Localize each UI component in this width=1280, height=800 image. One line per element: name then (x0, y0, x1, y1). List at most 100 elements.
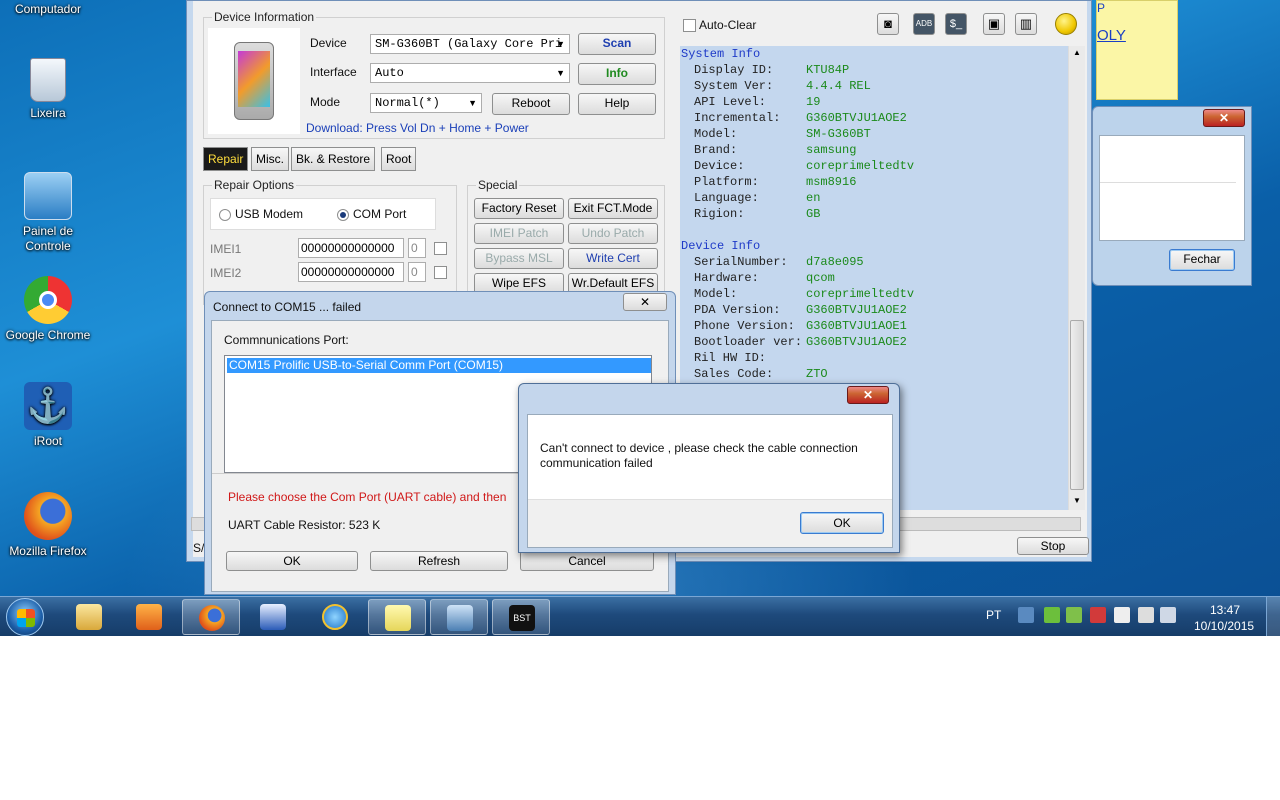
fechar-button[interactable]: Fechar (1169, 249, 1235, 271)
close-button[interactable]: ✕ (847, 386, 889, 404)
taskbar-bst[interactable]: BST (492, 599, 550, 635)
imei1-checkbox[interactable] (434, 242, 447, 255)
flag-tray-icon[interactable] (1044, 607, 1060, 623)
info-value: G360BTVJU1AOE1 (806, 319, 907, 333)
sticky-text: P (1097, 1, 1106, 15)
repair-options-title: Repair Options (212, 178, 297, 192)
info-value: coreprimeltedtv (806, 287, 915, 301)
terminal-icon[interactable]: $_ (945, 13, 967, 35)
scroll-up-icon[interactable]: ▲ (1073, 48, 1081, 57)
com-port-radio[interactable] (337, 209, 349, 221)
close-button[interactable]: ✕ (1203, 109, 1245, 127)
taskbar-sticky-notes[interactable] (368, 599, 426, 635)
adb-icon[interactable]: ADB (913, 13, 935, 35)
system-info-list: Display ID: KTU84P System Ver: 4.4.4 REL API… (680, 62, 1068, 222)
com-port-label: COM Port (353, 207, 407, 221)
taskbar-media-player[interactable] (120, 599, 178, 635)
desktop-icon-computer[interactable]: Computador (0, 2, 96, 17)
device-label: Device (310, 36, 347, 50)
taskbar-word[interactable] (244, 599, 302, 635)
language-indicator[interactable]: PT (986, 608, 1001, 622)
taskbar-explorer[interactable] (60, 599, 118, 635)
auto-clear-checkbox[interactable] (683, 19, 696, 32)
tab-backup-restore[interactable]: Bk. & Restore (291, 147, 376, 171)
display-tray-icon[interactable] (1138, 607, 1154, 623)
desktop-icon-recycle-bin[interactable]: Lixeira (0, 58, 96, 121)
desktop-icon-iroot[interactable]: ⚓ iRoot (0, 382, 96, 449)
start-button[interactable] (6, 598, 44, 636)
info-scrollbar[interactable]: ▲ ▼ (1068, 46, 1085, 510)
sticky-note[interactable]: OLY P (1096, 0, 1178, 100)
firefox-icon (24, 492, 72, 540)
tab-root[interactable]: Root (381, 147, 417, 171)
port-list-item[interactable]: COM15 Prolific USB-to-Serial Comm Port (… (227, 358, 651, 373)
desktop-icon-label: Mozilla Firefox (9, 544, 87, 558)
usb-tray-icon[interactable] (1114, 607, 1130, 623)
refresh-button[interactable]: Refresh (370, 551, 508, 571)
info-row: System Ver: 4.4.4 REL (680, 78, 1068, 94)
chrome-icon (24, 276, 72, 324)
info-key: Bootloader ver: (694, 335, 803, 349)
clock-time[interactable]: 13:47 (1210, 603, 1240, 617)
bypass-msl-button[interactable]: Bypass MSL (474, 248, 564, 269)
info-row: Hardware: qcom (680, 270, 1068, 286)
clock-date[interactable]: 10/10/2015 (1194, 619, 1254, 633)
imei-patch-button[interactable]: IMEI Patch (474, 223, 564, 244)
device-combo[interactable]: SM-G360BT (Galaxy Core Pri ▼ (370, 34, 570, 54)
ok-button[interactable]: OK (226, 551, 358, 571)
imei2-digit[interactable]: 0 (408, 262, 426, 282)
update-tray-icon[interactable] (1066, 607, 1082, 623)
volume-icon[interactable] (1160, 607, 1176, 623)
factory-reset-button[interactable]: Factory Reset (474, 198, 564, 219)
special-title: Special (476, 178, 520, 192)
mode-combo[interactable]: Normal(*) ▼ (370, 93, 482, 113)
info-button[interactable]: Info (578, 63, 656, 85)
reboot-button[interactable]: Reboot (492, 93, 570, 115)
scroll-down-icon[interactable]: ▼ (1073, 496, 1081, 505)
info-value: SM-G360BT (806, 127, 871, 141)
imei2-input[interactable]: 00000000000000 (298, 262, 404, 282)
network-tray-icon[interactable] (1018, 607, 1034, 623)
imei2-checkbox[interactable] (434, 266, 447, 279)
info-value: msm8916 (806, 175, 857, 189)
undo-patch-button[interactable]: Undo Patch (568, 223, 658, 244)
info-row: API Level: 19 (680, 94, 1068, 110)
chevron-down-icon: ▼ (468, 98, 477, 108)
camera-icon[interactable]: ◙ (877, 13, 899, 35)
desktop-icon-firefox[interactable]: Mozilla Firefox (0, 492, 96, 559)
usb-modem-radio[interactable] (219, 209, 231, 221)
info-value: 19 (806, 95, 821, 109)
imei1-digit[interactable]: 0 (408, 238, 426, 258)
write-cert-button[interactable]: Write Cert (568, 248, 658, 269)
info-row: Incremental: G360BTVJU1AOE2 (680, 110, 1068, 126)
info-row: SerialNumber: d7a8e095 (680, 254, 1068, 270)
info-value: G360BTVJU1AOE2 (806, 303, 907, 317)
taskbar-network-app[interactable] (430, 599, 488, 635)
info-row: Brand: samsung (680, 142, 1068, 158)
interface-combo[interactable]: Auto ▼ (370, 63, 570, 83)
trash-icon[interactable]: ▥ (1015, 13, 1037, 35)
stop-button[interactable]: Stop (1017, 537, 1089, 555)
scroll-thumb[interactable] (1070, 320, 1084, 490)
sticky-link-text[interactable]: OLY (1097, 27, 1126, 44)
taskbar-firefox[interactable] (182, 599, 240, 635)
scan-button[interactable]: Scan (578, 33, 656, 55)
tab-repair[interactable]: Repair (203, 147, 249, 171)
info-row: Ril HW ID: (680, 350, 1068, 366)
tab-misc[interactable]: Misc. (251, 147, 289, 171)
close-button[interactable]: ✕ (623, 293, 667, 311)
help-button[interactable]: Help (578, 93, 656, 115)
ok-button[interactable]: OK (800, 512, 884, 534)
imei1-input[interactable]: 00000000000000 (298, 238, 404, 258)
desktop-icon-label: Computador (14, 2, 82, 16)
exit-fct-mode-button[interactable]: Exit FCT.Mode (568, 198, 658, 219)
error-message-line2: communication failed (540, 456, 653, 470)
info-value: en (806, 191, 821, 205)
desktop-icon-control-panel[interactable]: Painel de Controle (0, 172, 96, 254)
show-desktop-button[interactable] (1266, 597, 1280, 636)
desktop-icon-chrome[interactable]: Google Chrome (0, 276, 96, 343)
save-icon[interactable]: ▣ (983, 13, 1005, 35)
security-tray-icon[interactable] (1090, 607, 1106, 623)
cancel-button[interactable]: Cancel (520, 551, 654, 571)
taskbar-internet-explorer[interactable] (306, 599, 364, 635)
